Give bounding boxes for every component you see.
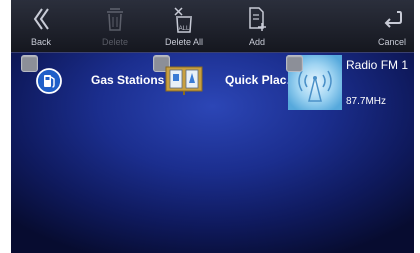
delete-all-label: Delete All [164,37,204,47]
add-button[interactable]: Add [239,0,275,52]
delete-all-button[interactable]: ALL Delete All [159,0,209,52]
return-arrow-icon [381,6,403,37]
item-checkbox[interactable] [286,55,303,72]
gas-station-icon [36,68,62,99]
cancel-button[interactable]: Cancel [375,0,409,52]
toolbar: Back Delete ALL Delete All Add Cancel [11,0,414,53]
trash-all-icon: ALL [173,6,195,39]
cancel-label: Cancel [377,37,406,47]
delete-label: Delete [101,37,128,47]
item-label: Radio FM 1 [346,58,409,72]
item-frequency: 87.7MHz [346,96,387,107]
svg-text:ALL: ALL [179,26,190,32]
list-item-radio-fm1[interactable]: Radio FM 1 87.7MHz [286,55,411,113]
trash-icon [105,6,125,37]
add-document-icon [247,6,267,37]
favorites-edit-screen: Back Delete ALL Delete All Add Cancel Ga… [11,0,414,253]
add-label: Add [248,37,265,47]
delete-button[interactable]: Delete [95,0,135,52]
list-item-gas-stations[interactable]: Gas Stations [19,55,164,113]
back-button[interactable]: Back [25,0,57,52]
back-label: Back [30,37,51,47]
double-chevron-left-icon [32,6,50,37]
quick-places-icon [165,65,203,100]
list-item-quick-places[interactable]: Quick Plac… [151,55,298,113]
